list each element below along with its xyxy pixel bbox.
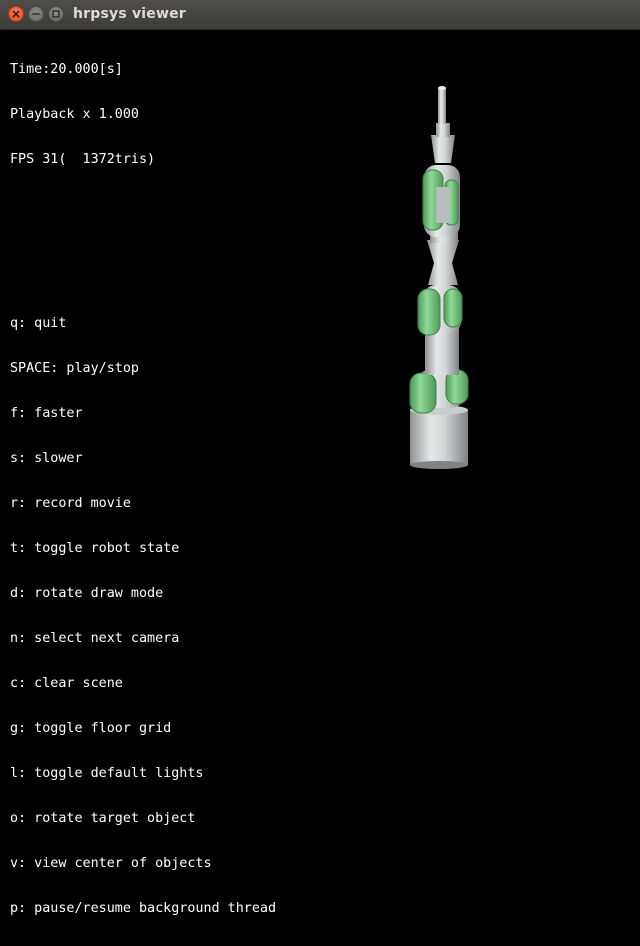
- playback-readout: Playback x 1.000: [10, 107, 139, 122]
- help-line: l: toggle default lights: [10, 766, 204, 781]
- maximize-icon: [52, 10, 60, 18]
- close-icon: [12, 10, 20, 18]
- status-overlay: Time:20.000[s] Playback x 1.000 FPS 31( …: [10, 32, 155, 197]
- time-readout: Time:20.000[s]: [10, 62, 123, 77]
- help-line: v: view center of objects: [10, 856, 212, 871]
- minimize-icon: [32, 13, 40, 15]
- minimize-button[interactable]: [28, 6, 44, 22]
- viewer-window: hrpsys viewer Time:20.000[s] Playback x …: [0, 0, 640, 916]
- keyboard-help-overlay: q: quit SPACE: play/stop f: faster s: sl…: [10, 286, 276, 946]
- help-line: o: rotate target object: [10, 811, 196, 826]
- help-line: s: slower: [10, 451, 83, 466]
- robot-base: [410, 405, 468, 469]
- help-line: f: faster: [10, 406, 83, 421]
- fps-readout: FPS 31( 1372tris): [10, 152, 156, 167]
- help-line: SPACE: play/stop: [10, 361, 139, 376]
- 3d-viewport[interactable]: Time:20.000[s] Playback x 1.000 FPS 31( …: [0, 30, 640, 916]
- help-line: g: toggle floor grid: [10, 721, 172, 736]
- window-title: hrpsys viewer: [73, 6, 186, 22]
- close-button[interactable]: [8, 6, 24, 22]
- title-bar[interactable]: hrpsys viewer: [0, 0, 640, 30]
- robot-joint-2: [417, 285, 463, 336]
- robot-joint-3: [422, 165, 460, 237]
- help-line: p: pause/resume background thread: [10, 901, 277, 916]
- help-line: r: record movie: [10, 496, 131, 511]
- help-line: q: quit: [10, 316, 67, 331]
- help-line: d: rotate draw mode: [10, 586, 164, 601]
- robot-arm-model[interactable]: [400, 85, 490, 470]
- help-line: n: select next camera: [10, 631, 180, 646]
- maximize-button[interactable]: [48, 6, 64, 22]
- help-line: c: clear scene: [10, 676, 123, 691]
- robot-end-effector: [431, 86, 455, 163]
- help-line: t: toggle robot state: [10, 541, 180, 556]
